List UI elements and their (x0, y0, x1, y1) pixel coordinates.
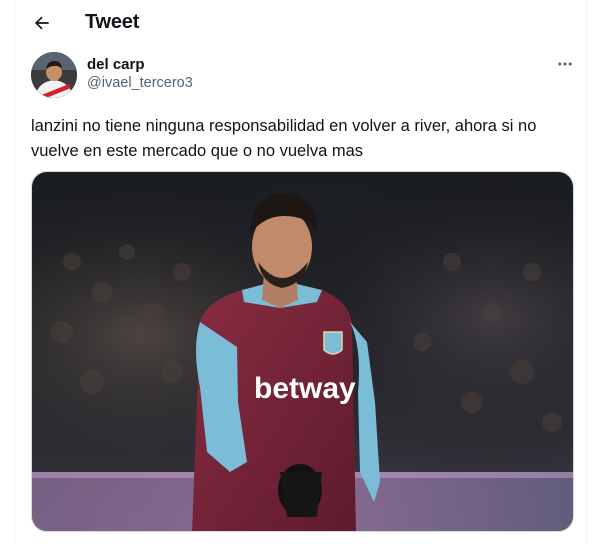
tweet-text-line: vuelve en este mercado que o no vuelva m… (31, 142, 364, 160)
tweet-text: lanzini no tiene ninguna responsabilidad… (31, 114, 571, 164)
tweet-text-line: lanzini no tiene ninguna responsabilidad… (31, 117, 537, 135)
more-horizontal-icon (558, 62, 572, 66)
photo-football-player: betway (32, 172, 573, 531)
user-avatar-image (31, 52, 77, 98)
author-display-name[interactable]: del carp (87, 56, 145, 73)
back-button[interactable] (27, 8, 57, 38)
shirt-sponsor-text: betway (254, 372, 356, 405)
tweet-media-photo[interactable]: betway (31, 171, 574, 532)
arrow-left-icon (34, 16, 49, 30)
more-options-button[interactable] (551, 52, 579, 76)
author-handle[interactable]: @ivael_tercero3 (87, 75, 193, 91)
page-header: Tweet (15, 0, 589, 46)
page-title: Tweet (85, 11, 140, 33)
avatar[interactable] (31, 52, 77, 98)
tweet-detail-panel: Tweet del carp @ivael_tercero3 lanzini n… (14, 0, 588, 544)
